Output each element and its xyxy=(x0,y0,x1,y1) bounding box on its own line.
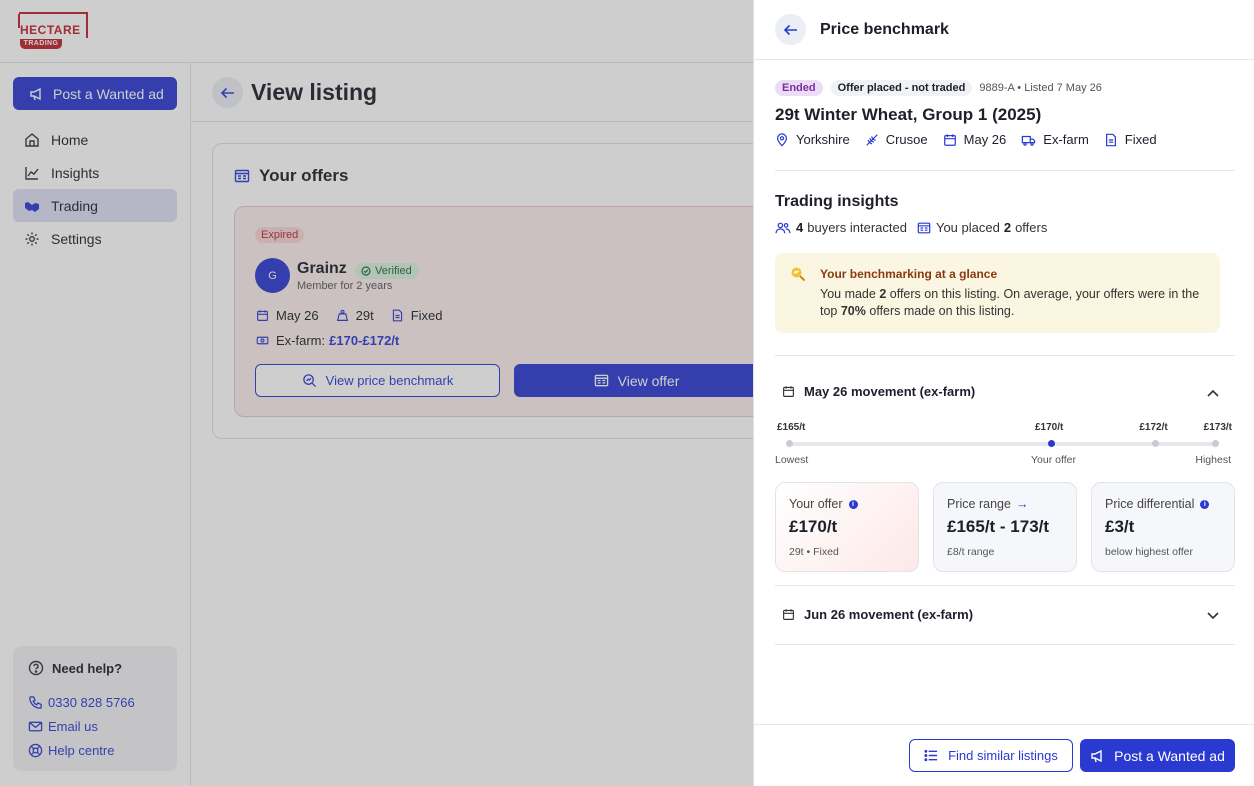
glance-title: Your benchmarking at a glance xyxy=(820,267,998,281)
glance-text-3: offers made on this listing. xyxy=(865,304,1015,318)
ended-badge: Ended xyxy=(775,80,823,96)
info-icon[interactable]: i xyxy=(848,499,858,509)
placed-count: 2 xyxy=(1003,220,1012,235)
arrow-left-icon xyxy=(783,24,797,35)
jun-movement-header[interactable]: Jun 26 movement (ex-farm) xyxy=(775,607,1235,622)
glance-text: You made 2 offers on this listing. On av… xyxy=(820,286,1210,320)
stat-label: Price range → xyxy=(947,497,1063,511)
document-icon xyxy=(1105,133,1116,146)
price-track xyxy=(786,440,1219,447)
stat-value: £3/t xyxy=(1105,517,1135,536)
attr-pricing-label: Fixed xyxy=(1124,132,1157,147)
price-marker-label: £165/t xyxy=(777,422,806,433)
placed-post: offers xyxy=(1015,220,1048,235)
jun-movement-title: Jun 26 movement (ex-farm) xyxy=(804,607,974,622)
chevron-up-icon[interactable] xyxy=(1206,388,1220,398)
stat-label-text: Price differential xyxy=(1105,497,1195,511)
divider xyxy=(775,355,1235,356)
placed-pre: You placed xyxy=(935,220,1000,235)
panel-footer: Find similar listings Post a Wanted ad xyxy=(754,724,1254,786)
info-icon[interactable]: i xyxy=(1200,499,1210,509)
may-movement-header[interactable]: May 26 movement (ex-farm) xyxy=(775,384,1235,399)
trading-insights-row: 4 buyers interacted You placed 2 offers xyxy=(775,220,1057,235)
divider xyxy=(775,585,1235,586)
panel-back-button[interactable] xyxy=(775,14,806,45)
users-icon xyxy=(775,222,791,233)
stat-sub: 29t • Fixed xyxy=(789,546,839,558)
price-range-stat: Price range → £165/t - 173/t £8/t range xyxy=(933,482,1077,572)
price-track-captions: Lowest Your offer Highest xyxy=(775,454,1235,466)
post-wanted-ad-button[interactable]: Post a Wanted ad xyxy=(1080,739,1235,772)
glance-percentile: 70% xyxy=(840,304,866,318)
price-marker-label: £172/t xyxy=(1139,422,1168,433)
app: HECTARE TRADING Post a Wanted ad Home In… xyxy=(0,0,1254,786)
listing-reference: 9889-A • Listed 7 May 26 xyxy=(979,82,1102,94)
megaphone-icon xyxy=(1091,749,1102,762)
attr-month-label: May 26 xyxy=(963,132,1007,147)
find-similar-label: Find similar listings xyxy=(948,748,1058,763)
price-marker xyxy=(1212,440,1219,447)
offers-icon xyxy=(917,222,931,233)
calendar-icon xyxy=(783,386,794,397)
stat-label-text: Your offer xyxy=(789,497,843,511)
price-benchmark-panel: Price benchmark Ended Offer placed - not… xyxy=(753,0,1254,786)
attr-pricing: Fixed xyxy=(1104,132,1157,147)
stat-label-text: Price range xyxy=(947,497,1011,511)
stat-sub: below highest offer xyxy=(1105,546,1193,558)
listing-attributes: Yorkshire Crusoe May 26 Ex-farm Fixed xyxy=(775,132,1172,147)
price-differential-stat: Price differential i £3/t below highest o… xyxy=(1091,482,1235,572)
chevron-down-icon[interactable] xyxy=(1206,611,1220,621)
list-icon xyxy=(924,749,938,762)
stat-value: £165/t - 173/t xyxy=(947,517,1050,536)
offer-status-badge: Offer placed - not traded xyxy=(830,80,973,96)
wheat-icon xyxy=(866,133,878,146)
divider xyxy=(775,644,1235,645)
stat-label: Price differential i xyxy=(1105,497,1221,511)
your-offer-marker xyxy=(1047,440,1055,447)
buyers-count: 4 xyxy=(796,220,804,235)
listing-status-row: Ended Offer placed - not traded 9889-A •… xyxy=(775,80,1102,96)
stat-value: £170/t xyxy=(789,517,838,536)
attr-variety: Crusoe xyxy=(865,132,928,147)
attr-delivery-label: Ex-farm xyxy=(1043,132,1089,147)
find-similar-listings-button[interactable]: Find similar listings xyxy=(909,739,1073,772)
modal-backdrop[interactable] xyxy=(0,0,754,786)
stat-label: Your offer i xyxy=(789,497,905,511)
may-movement-title: May 26 movement (ex-farm) xyxy=(804,384,976,399)
price-marker-label: £173/t xyxy=(1203,422,1232,433)
truck-icon xyxy=(1022,135,1036,146)
attr-variety-label: Crusoe xyxy=(885,132,928,147)
lowest-caption: Lowest xyxy=(775,454,809,466)
location-pin-icon xyxy=(777,132,787,147)
trading-insights-title: Trading insights xyxy=(775,193,899,210)
magnify-icon xyxy=(791,267,806,282)
panel-title: Price benchmark xyxy=(820,21,949,38)
benchmark-glance-box: Your benchmarking at a glance You made 2… xyxy=(775,253,1220,333)
your-offer-caption: Your offer xyxy=(1031,454,1076,466)
offers-placed: You placed 2 offers xyxy=(917,220,1047,235)
calendar-icon xyxy=(943,133,956,146)
buyers-text: buyers interacted xyxy=(807,220,907,235)
divider xyxy=(775,170,1235,171)
post-wanted-ad-label: Post a Wanted ad xyxy=(1114,747,1225,764)
arrow-right-icon[interactable]: → xyxy=(1016,497,1029,511)
attr-region-label: Yorkshire xyxy=(796,132,850,147)
attr-delivery: Ex-farm xyxy=(1021,132,1089,147)
attr-region: Yorkshire xyxy=(775,132,850,147)
price-marker xyxy=(1152,440,1160,447)
attr-month: May 26 xyxy=(943,132,1007,147)
listing-title: 29t Winter Wheat, Group 1 (2025) xyxy=(775,105,1042,124)
calendar-icon xyxy=(783,609,794,620)
price-track-labels: £165/t £170/t £172/t £173/t xyxy=(775,422,1235,434)
panel-header: Price benchmark xyxy=(754,0,1254,60)
glance-text-1: You made xyxy=(820,287,880,301)
price-marker-label: £170/t xyxy=(1034,422,1064,433)
your-offer-stat: Your offer i £170/t 29t • Fixed xyxy=(775,482,919,572)
highest-caption: Highest xyxy=(1195,454,1231,466)
stat-sub: £8/t range xyxy=(947,546,995,558)
price-marker xyxy=(786,440,793,447)
buyers-interacted: 4 buyers interacted xyxy=(775,220,907,235)
